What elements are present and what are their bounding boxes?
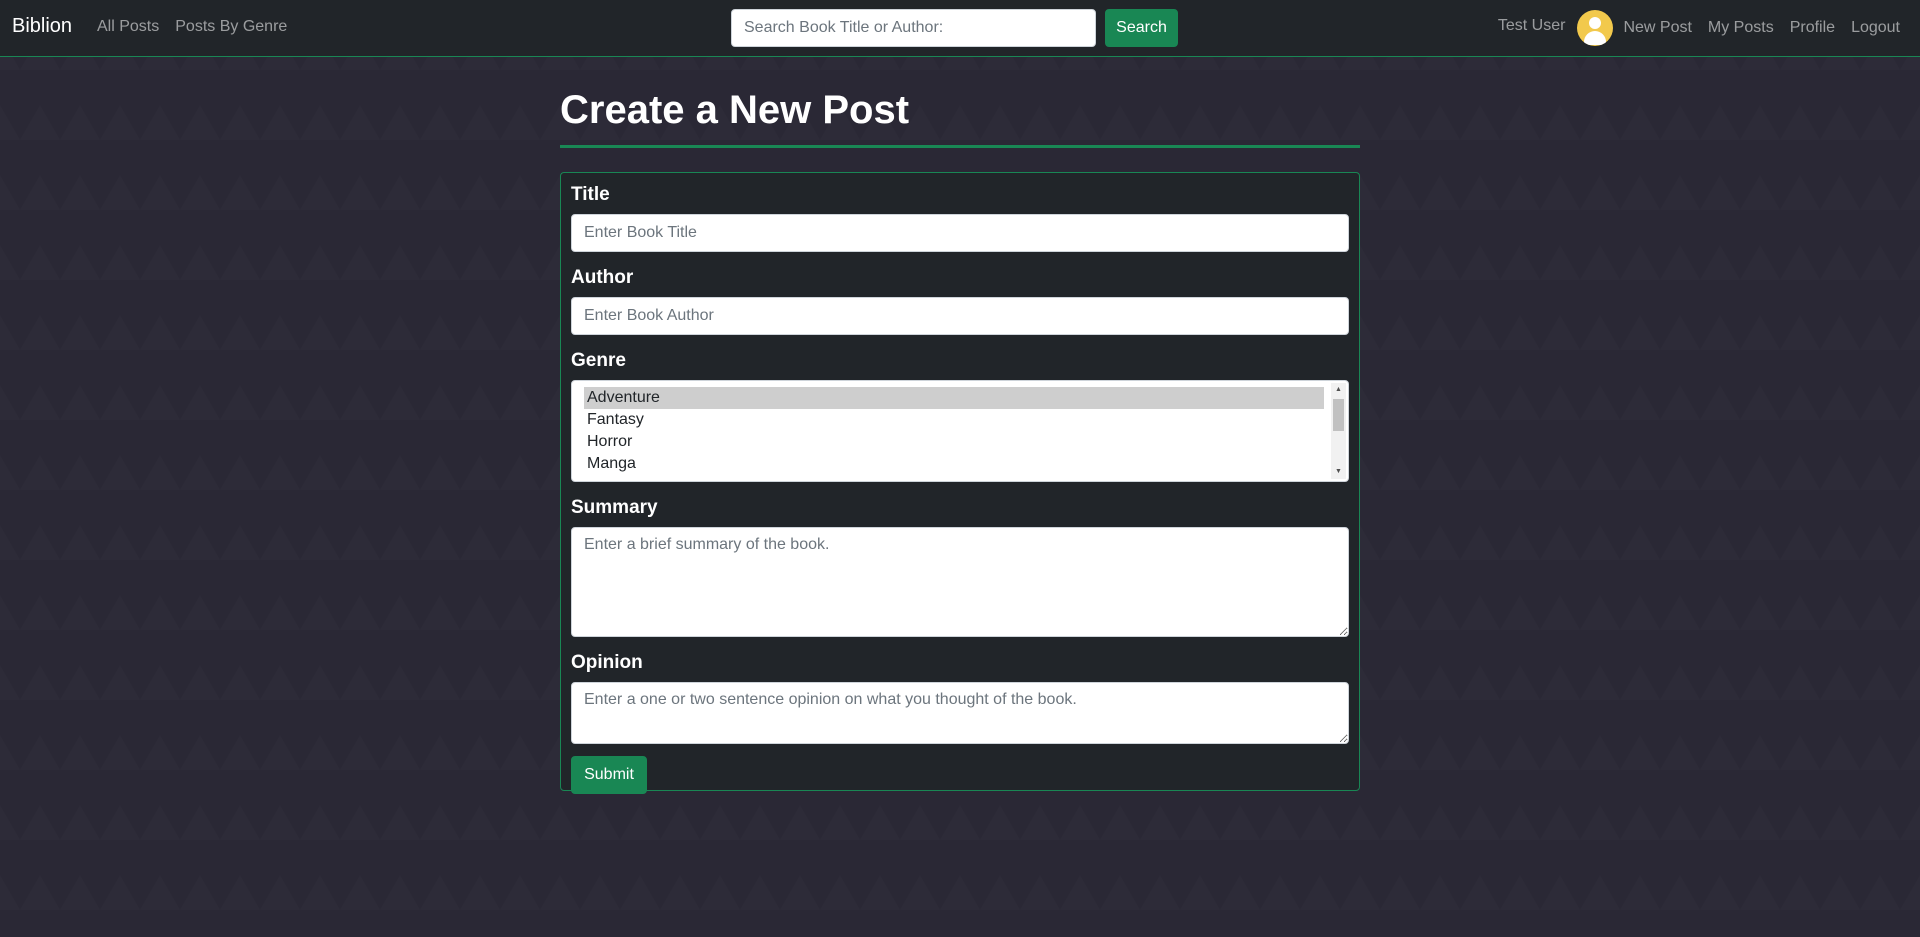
genre-option-list: Adventure Fantasy Horror Manga — [584, 387, 1324, 475]
genre-option-manga[interactable]: Manga — [584, 453, 1324, 475]
genre-scrollbar[interactable]: ▲ ▼ — [1331, 383, 1346, 479]
search-input[interactable] — [731, 9, 1096, 47]
opinion-label: Opinion — [571, 652, 643, 673]
scroll-thumb[interactable] — [1333, 399, 1344, 431]
page-title: Create a New Post — [560, 88, 910, 132]
scroll-down-arrow-icon[interactable]: ▼ — [1331, 465, 1346, 479]
genre-label: Genre — [571, 350, 626, 371]
scroll-up-arrow-icon[interactable]: ▲ — [1331, 383, 1346, 397]
genre-option-adventure[interactable]: Adventure — [584, 387, 1324, 409]
genre-option-horror[interactable]: Horror — [584, 431, 1324, 453]
author-label: Author — [571, 267, 634, 288]
user-name: Test User — [1497, 17, 1566, 34]
nav-profile[interactable]: Profile — [1790, 19, 1835, 37]
user-avatar-icon[interactable] — [1577, 10, 1614, 46]
search-form: Search — [731, 9, 1178, 47]
new-post-form: Title Author Genre Adventure Fantasy Hor… — [560, 172, 1360, 794]
avatar-shoulders-shape — [1584, 31, 1607, 45]
nav-all-posts[interactable]: All Posts — [97, 18, 159, 36]
genre-option-fantasy[interactable]: Fantasy — [584, 409, 1324, 431]
nav-logout[interactable]: Logout — [1851, 19, 1900, 37]
brand-logo[interactable]: Biblion — [12, 15, 72, 38]
submit-button[interactable]: Submit — [571, 756, 647, 794]
title-divider — [560, 145, 1360, 148]
main-content: Create a New Post Title Author Genre Adv… — [560, 57, 1360, 794]
avatar-head-shape — [1589, 17, 1602, 29]
nav-posts-by-genre[interactable]: Posts By Genre — [175, 18, 287, 36]
nav-new-post[interactable]: New Post — [1623, 19, 1691, 37]
search-button[interactable]: Search — [1105, 9, 1178, 47]
title-label: Title — [571, 184, 610, 205]
summary-textarea[interactable] — [571, 527, 1349, 637]
genre-select[interactable]: Adventure Fantasy Horror Manga ▲ ▼ — [571, 380, 1349, 482]
nav-my-posts[interactable]: My Posts — [1708, 19, 1774, 37]
nav-left-links: All Posts Posts By Genre — [97, 18, 287, 36]
opinion-textarea[interactable] — [571, 682, 1349, 744]
title-input[interactable] — [571, 214, 1349, 252]
summary-label: Summary — [571, 497, 658, 518]
nav-right-links: Test User New Post My Posts Profile Logo… — [1498, 10, 1900, 46]
author-input[interactable] — [571, 297, 1349, 335]
navbar: Biblion All Posts Posts By Genre Search … — [0, 0, 1920, 57]
